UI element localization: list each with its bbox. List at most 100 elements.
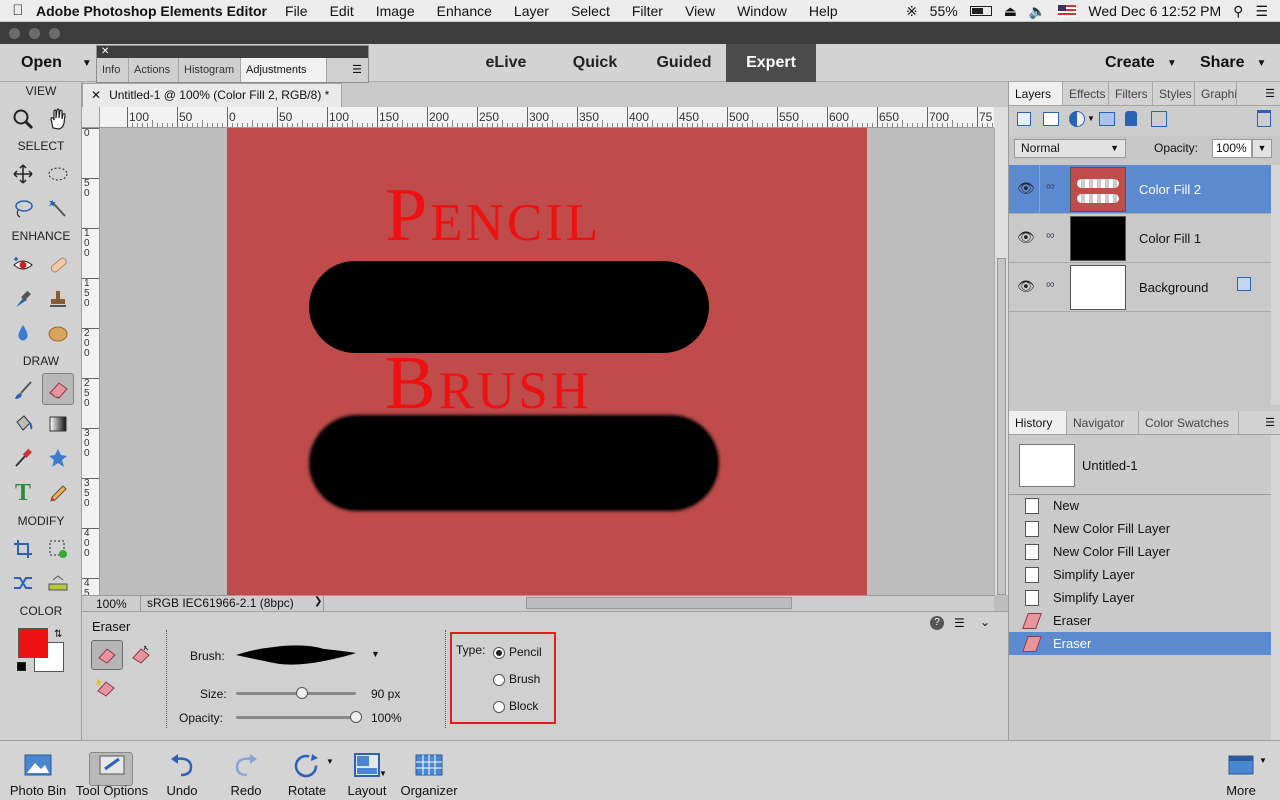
document-tab[interactable]: ✕ Untitled-1 @ 100% (Color Fill 2, RGB/8)… (82, 83, 342, 107)
more-button[interactable]: More (1218, 741, 1264, 800)
adjustment-layer-icon[interactable] (1069, 111, 1085, 127)
red-eye-tool-icon[interactable] (8, 250, 38, 280)
link-icon[interactable]: ∞ (1046, 179, 1055, 193)
crop-tool-icon[interactable] (8, 534, 38, 564)
brush-preview[interactable] (234, 641, 358, 672)
clone-stamp-tool-icon[interactable] (43, 284, 73, 314)
quick-selection-tool-icon[interactable] (43, 193, 73, 223)
lock-icon[interactable] (1237, 277, 1251, 291)
type-radio-pencil[interactable]: Pencil (493, 645, 542, 659)
volume-icon[interactable]: 🔈 (1029, 3, 1046, 20)
battery-icon[interactable] (969, 6, 992, 16)
zoom-tool-icon[interactable] (8, 104, 38, 134)
vertical-scrollbar[interactable] (994, 128, 1008, 595)
chevron-down-icon[interactable]: ▼ (1252, 139, 1272, 158)
sponge-tool-icon[interactable] (43, 318, 73, 348)
tab-history[interactable]: History (1009, 411, 1067, 434)
create-button[interactable]: Create ▼ (1105, 44, 1177, 82)
menu-select[interactable]: Select (571, 3, 610, 19)
tab-histogram[interactable]: Histogram (179, 58, 241, 82)
history-item-selected[interactable]: Eraser (1009, 632, 1271, 655)
collapse-chevron-icon[interactable]: ⌄ (980, 615, 990, 629)
canvas[interactable]: Pencil Brush (227, 128, 867, 595)
type-tool-icon[interactable]: T (8, 478, 38, 508)
zoom-level[interactable]: 100% (96, 597, 127, 611)
options-menu-icon[interactable]: ☰ (954, 616, 965, 630)
horizontal-scroll-thumb[interactable] (526, 597, 792, 609)
chevron-down-icon[interactable]: ▼ (326, 757, 334, 766)
default-colors-icon[interactable] (17, 662, 26, 671)
type-radio-block[interactable]: Block (493, 699, 538, 713)
panel-menu-icon[interactable]: ☰ (1265, 82, 1280, 105)
rotate-button[interactable]: Rotate (284, 741, 330, 800)
new-layer-icon[interactable] (1017, 112, 1031, 126)
visibility-eye-icon[interactable]: 👁 (1017, 278, 1035, 295)
menu-enhance[interactable]: Enhance (437, 3, 492, 19)
organizer-button[interactable]: Organizer (398, 741, 460, 800)
snapshot-name[interactable]: Untitled-1 (1082, 458, 1138, 473)
history-item[interactable]: New Color Fill Layer (1009, 517, 1271, 540)
layers-scrollbar[interactable] (1271, 165, 1280, 405)
history-item[interactable]: Simplify Layer (1009, 563, 1271, 586)
chevron-down-icon[interactable]: ▼ (1259, 756, 1267, 765)
share-button[interactable]: Share ▼ (1200, 44, 1266, 82)
menu-filter[interactable]: Filter (632, 3, 663, 19)
size-slider-knob[interactable] (296, 687, 308, 699)
redo-button[interactable]: Redo (224, 741, 268, 800)
app-name[interactable]: Adobe Photoshop Elements Editor (36, 3, 267, 19)
foreground-color-swatch[interactable] (18, 628, 48, 658)
history-item[interactable]: New (1009, 494, 1271, 517)
mode-elive[interactable]: eLive (464, 44, 548, 82)
brush-dropdown-icon[interactable]: ▼ (371, 649, 380, 659)
background-eraser-icon[interactable] (130, 644, 152, 669)
clock[interactable]: Wed Dec 6 12:52 PM (1088, 3, 1221, 19)
eraser-option-icon[interactable] (91, 640, 123, 670)
chevron-down-icon[interactable]: ▼ (379, 769, 387, 778)
type-radio-brush[interactable]: Brush (493, 672, 540, 686)
menu-view[interactable]: View (685, 3, 715, 19)
delete-layer-icon[interactable] (1257, 110, 1271, 127)
blur-tool-icon[interactable] (8, 318, 38, 348)
chevron-right-icon[interactable]: ❯ (314, 596, 322, 607)
link-icon[interactable]: ∞ (1046, 277, 1055, 291)
apple-icon[interactable]:  (0, 2, 36, 19)
vertical-scroll-thumb[interactable] (997, 258, 1006, 595)
close-document-icon[interactable]: ✕ (91, 88, 101, 102)
custom-shape-tool-icon[interactable] (43, 443, 73, 473)
mode-quick[interactable]: Quick (548, 44, 642, 82)
eyedropper-tool-icon[interactable] (8, 443, 38, 473)
tool-options-button[interactable]: Tool Options (74, 741, 150, 800)
help-icon[interactable]: ? (930, 616, 944, 630)
opacity-slider-knob[interactable] (350, 711, 362, 723)
marquee-tool-icon[interactable] (43, 159, 73, 189)
close-icon[interactable]: ✕ (97, 46, 368, 58)
tab-layers[interactable]: Layers (1009, 82, 1063, 105)
menu-layer[interactable]: Layer (514, 3, 549, 19)
tab-navigator[interactable]: Navigator (1067, 411, 1139, 434)
tab-filters[interactable]: Filters (1109, 82, 1153, 105)
mode-guided[interactable]: Guided (642, 44, 726, 82)
size-value[interactable]: 90 px (371, 687, 400, 701)
brush-tool-icon[interactable] (8, 375, 38, 405)
content-aware-move-tool-icon[interactable] (8, 568, 38, 598)
undo-button[interactable]: Undo (160, 741, 204, 800)
gradient-tool-icon[interactable] (43, 409, 73, 439)
menu-edit[interactable]: Edit (330, 3, 354, 19)
close-window-icon[interactable] (9, 28, 20, 39)
blend-mode-select[interactable]: Normal ▼ (1014, 139, 1126, 158)
tab-adjustments[interactable]: Adjustments (241, 58, 327, 82)
tab-effects[interactable]: Effects (1063, 82, 1109, 105)
new-group-icon[interactable] (1043, 112, 1059, 126)
layer-opacity-input[interactable]: 100% (1212, 139, 1252, 158)
tab-info[interactable]: Info (97, 58, 129, 82)
visibility-eye-icon[interactable]: 👁 (1017, 180, 1035, 197)
snapshot-thumbnail[interactable] (1019, 444, 1075, 487)
menu-image[interactable]: Image (376, 3, 415, 19)
eraser-tool-icon[interactable] (42, 373, 74, 405)
smart-brush-tool-icon[interactable] (8, 284, 38, 314)
hand-tool-icon[interactable] (43, 104, 73, 134)
airplay-icon[interactable]: ⏏ (1004, 3, 1017, 20)
straighten-tool-icon[interactable] (43, 568, 73, 598)
history-item[interactable]: Simplify Layer (1009, 586, 1271, 609)
panel-menu-icon[interactable]: ☰ (352, 58, 368, 82)
